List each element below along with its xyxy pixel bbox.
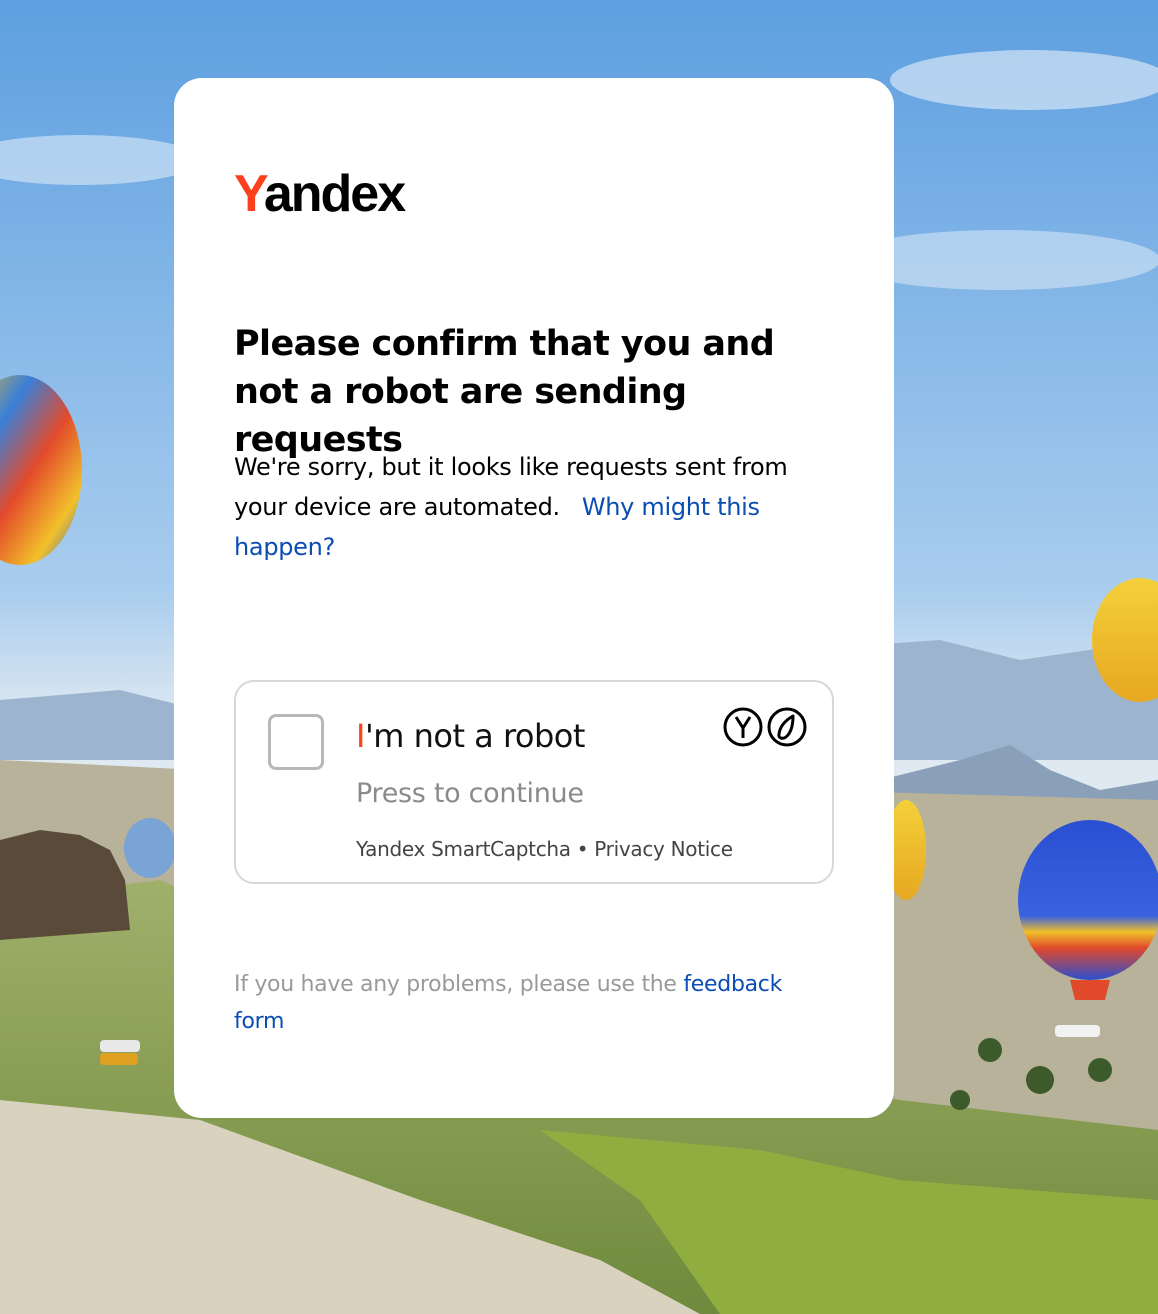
smartcaptcha-widget[interactable]: I'm not a robot Press to continue Yandex…: [234, 680, 834, 884]
not-a-robot-label[interactable]: I'm not a robot: [356, 714, 585, 758]
yandex-y-icon: [722, 706, 764, 748]
page-title: Please confirm that you and not a robot …: [234, 324, 775, 460]
feedback-prefix: If you have any problems, please use the: [234, 972, 677, 997]
press-to-continue-text: Press to continue: [356, 778, 584, 809]
captcha-card: Yandex Please confirm that you and not a…: [174, 78, 894, 1118]
logo-rest: andex: [263, 165, 406, 223]
footer-separator: •: [576, 837, 589, 861]
privacy-notice-link[interactable]: Privacy Notice: [594, 837, 733, 861]
not-a-robot-checkbox[interactable]: [268, 714, 324, 770]
captcha-icons: [722, 706, 808, 748]
smartcaptcha-icon: [766, 706, 808, 748]
label-accent: I: [356, 717, 365, 755]
captcha-footer: Yandex SmartCaptcha • Privacy Notice: [356, 834, 733, 864]
feedback-note: If you have any problems, please use the…: [234, 966, 834, 1040]
smartcaptcha-brand-text[interactable]: Yandex SmartCaptcha: [356, 837, 571, 861]
page-description: We're sorry, but it looks like requests …: [234, 447, 834, 567]
yandex-logo[interactable]: Yandex: [234, 165, 406, 223]
logo-first-letter: Y: [234, 165, 266, 223]
label-rest: 'm not a robot: [364, 717, 585, 755]
